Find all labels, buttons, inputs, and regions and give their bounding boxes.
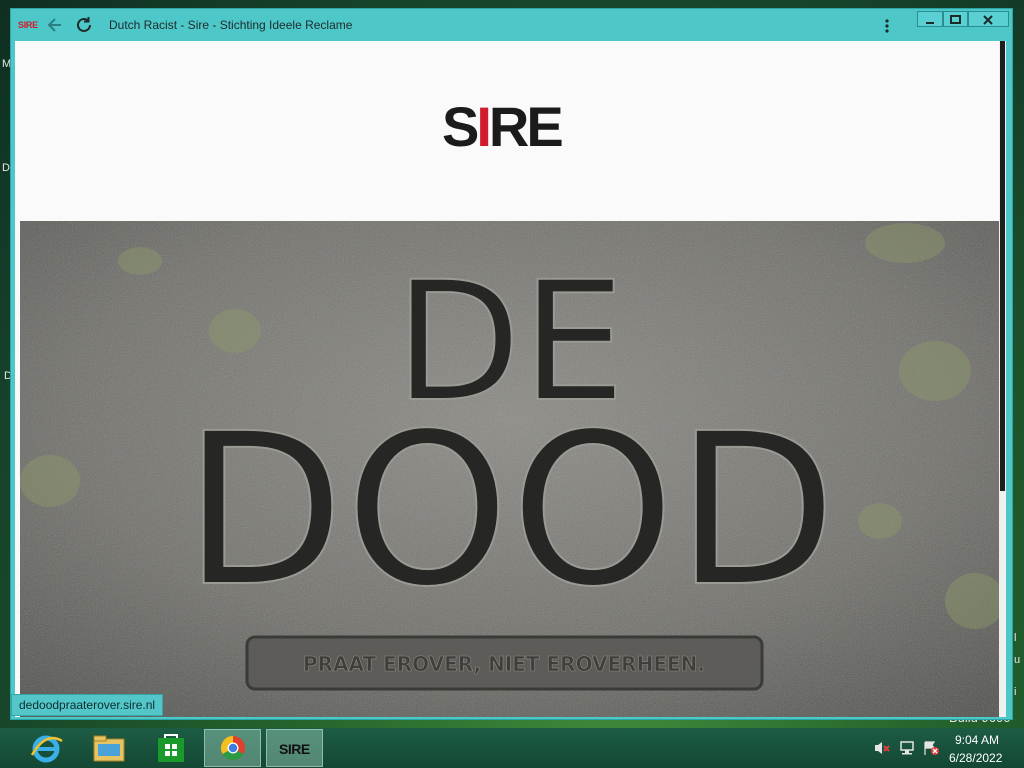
logo-text-right: RE xyxy=(488,95,564,158)
taskbar: SIRE 9:04 AM 6/28/2022 xyxy=(0,728,1024,768)
internet-explorer-icon xyxy=(30,735,63,763)
scrollbar-thumb[interactable] xyxy=(1000,41,1005,491)
maximize-icon xyxy=(950,15,961,24)
vertical-scrollbar[interactable] xyxy=(999,41,1006,717)
hero-line-dood: DOOD xyxy=(183,388,837,633)
desktop-icon-label: l xyxy=(1014,632,1017,644)
hero-tagline: PRAAT EROVER, NIET EROVERHEEN. xyxy=(303,652,705,676)
sire-app-icon: SIRE xyxy=(279,741,310,757)
close-button[interactable] xyxy=(968,11,1009,27)
maximize-button[interactable] xyxy=(943,11,968,27)
volume-muted-icon[interactable] xyxy=(873,740,891,756)
link-status-bubble: dedoodpraaterover.sire.nl xyxy=(11,694,164,716)
window-title: Dutch Racist - Sire - Stichting Ideele R… xyxy=(109,18,353,32)
taskbar-clock-date[interactable]: 6/28/2022 xyxy=(949,751,1002,765)
chrome-icon xyxy=(220,736,245,761)
back-arrow-icon[interactable] xyxy=(44,14,66,36)
logo-text-left: S xyxy=(442,95,479,158)
browser-window: SIRE Dutch Racist - Sire - Stichting Ide… xyxy=(10,8,1013,720)
reload-icon[interactable] xyxy=(73,14,95,36)
network-icon[interactable] xyxy=(898,740,916,756)
minimize-icon xyxy=(926,22,934,24)
file-explorer-icon xyxy=(93,735,125,762)
logo-text-bar: I xyxy=(476,95,491,158)
taskbar-clock-time[interactable]: 9:04 AM xyxy=(955,733,999,747)
site-favicon: SIRE xyxy=(18,20,38,30)
sire-logo[interactable]: SIRE xyxy=(442,99,564,155)
taskbar-item-file-explorer[interactable] xyxy=(80,729,137,767)
desktop-icon-label: D xyxy=(2,162,10,174)
hero-tombstone-image[interactable]: DE DOOD PRAAT EROVER, NIET EROVERHEEN. xyxy=(20,221,1000,717)
favicon-text: SIRE xyxy=(18,20,38,30)
windows-store-icon xyxy=(158,734,184,762)
title-bar[interactable]: SIRE Dutch Racist - Sire - Stichting Ide… xyxy=(11,9,1012,42)
taskbar-item-internet-explorer[interactable] xyxy=(18,729,75,767)
taskbar-item-chrome[interactable] xyxy=(204,729,261,767)
close-icon xyxy=(983,15,993,25)
page-viewport[interactable]: SIRE DE DOOD PRAAT EROVER, NIET EROVERHE… xyxy=(15,41,1006,717)
kebab-menu-icon[interactable] xyxy=(879,17,895,35)
taskbar-item-sire[interactable]: SIRE xyxy=(266,729,323,767)
desktop-icon-label: u xyxy=(1014,654,1021,666)
minimize-button[interactable] xyxy=(917,11,943,27)
desktop-icon-label: i xyxy=(1014,686,1017,698)
taskbar-item-store[interactable] xyxy=(142,729,199,767)
action-center-flag-icon[interactable] xyxy=(922,740,940,756)
